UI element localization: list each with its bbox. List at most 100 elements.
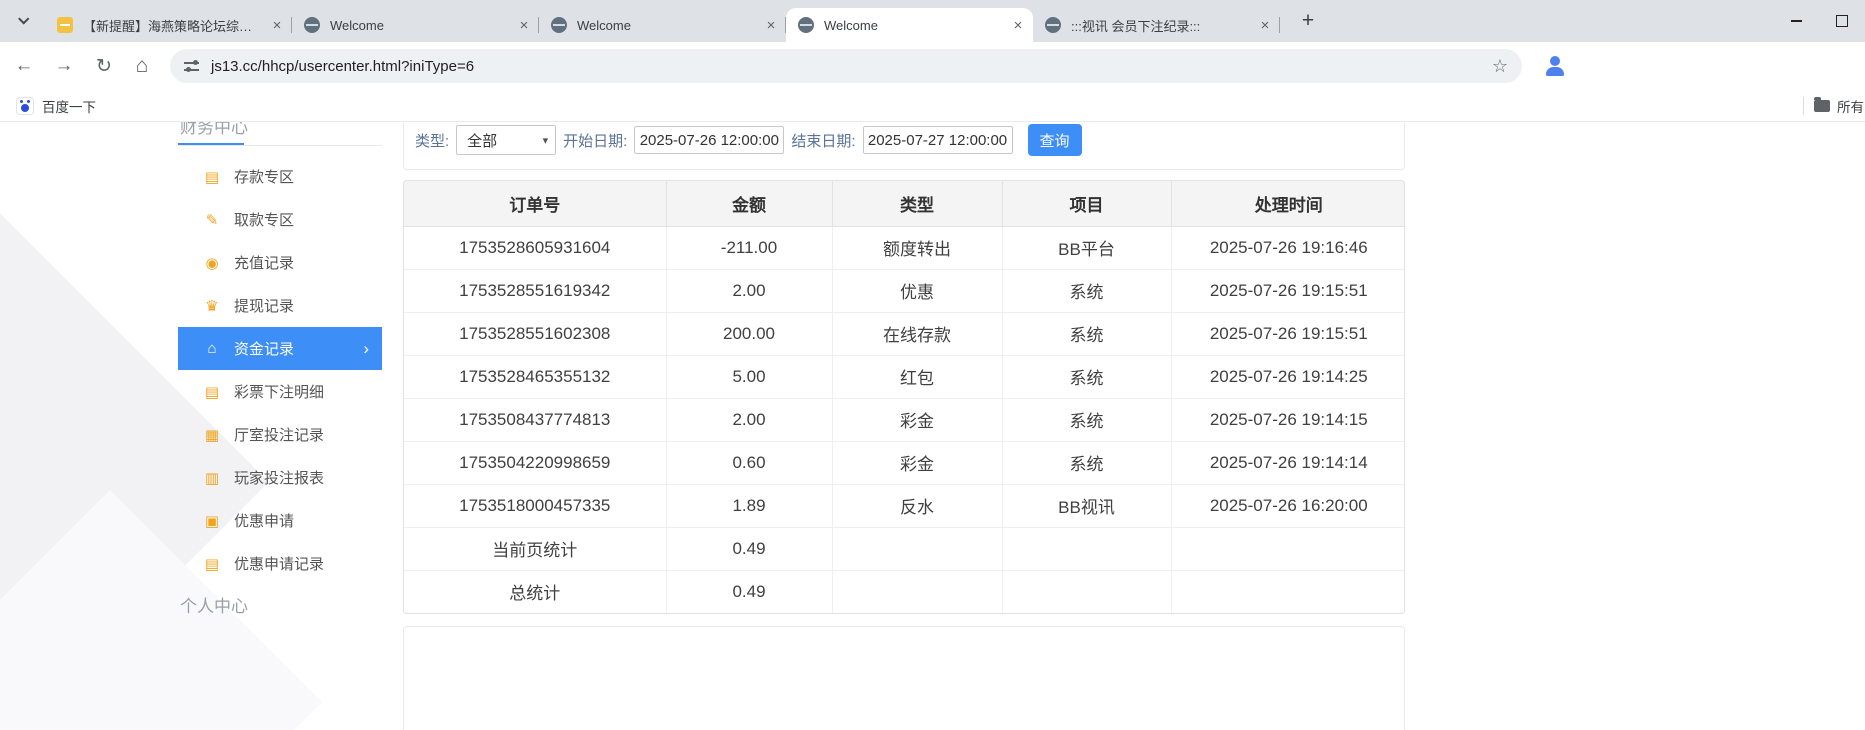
- sidebar-item-label: 充值记录: [234, 252, 294, 273]
- maximize-button[interactable]: [1819, 0, 1865, 42]
- reload-button[interactable]: [90, 52, 118, 80]
- browser-tab[interactable]: Welcome: [539, 8, 786, 42]
- bookmark-label: 百度一下: [42, 96, 96, 116]
- filter-row: 类型: 全部 开始日期: 结束日期: 查询: [415, 124, 1082, 156]
- bookmarks-divider: [1803, 97, 1804, 115]
- sidebar-item[interactable]: ▤ 优惠申请记录: [178, 542, 382, 585]
- table-cell: 在线存款: [832, 312, 1002, 355]
- sidebar-item[interactable]: ⌂ 资金记录: [178, 327, 382, 370]
- url-text[interactable]: js13.cc/hhcp/usercenter.html?iniType=6: [211, 58, 474, 75]
- table-row: 17535284653551325.00红包系统2025-07-26 19:14…: [404, 355, 1405, 398]
- table-cell: 5.00: [666, 355, 832, 398]
- type-label: 类型:: [415, 130, 449, 151]
- forum-icon: [57, 17, 73, 33]
- home-icon: ⌂: [203, 340, 221, 357]
- sidebar-item[interactable]: ▥ 玩家投注报表: [178, 456, 382, 499]
- back-button[interactable]: [10, 52, 38, 80]
- window-controls: [1773, 0, 1865, 42]
- tab-close-icon[interactable]: [1256, 16, 1274, 34]
- table-cell: 1753508437774813: [404, 398, 666, 441]
- orders-table: 订单号金额类型项目处理时间 1753528605931604-211.00额度转…: [404, 181, 1405, 613]
- browser-tab[interactable]: Welcome: [292, 8, 539, 42]
- table-cell: 2025-07-26 19:15:51: [1171, 269, 1405, 312]
- type-select[interactable]: 全部: [456, 125, 556, 155]
- table-cell: 额度转出: [832, 226, 1002, 269]
- table-cell: 总统计: [404, 570, 666, 613]
- table-cell: 系统: [1002, 355, 1171, 398]
- browser-tab[interactable]: :::视讯 会员下注纪录:::: [1033, 8, 1280, 42]
- table-row: 1753528551602308200.00在线存款系统2025-07-26 1…: [404, 312, 1405, 355]
- sidebar-section-personal[interactable]: 个人中心: [180, 592, 248, 617]
- table-row: 总统计0.49: [404, 570, 1405, 613]
- table-cell: 2025-07-26 16:20:00: [1171, 484, 1405, 527]
- table-cell: 1753504220998659: [404, 441, 666, 484]
- table-cell: 优惠: [832, 269, 1002, 312]
- browser-tab[interactable]: Welcome: [786, 8, 1033, 42]
- all-bookmarks-label[interactable]: 所有: [1837, 96, 1865, 116]
- tab-close-icon[interactable]: [515, 16, 533, 34]
- table-cell: 2025-07-26 19:14:14: [1171, 441, 1405, 484]
- address-bar[interactable]: js13.cc/hhcp/usercenter.html?iniType=6: [170, 49, 1522, 83]
- table-cell: [1002, 570, 1171, 613]
- table-cell: 200.00: [666, 312, 832, 355]
- minimize-button[interactable]: [1773, 0, 1819, 42]
- bookmark-star-icon[interactable]: [1486, 52, 1514, 80]
- table-header-cell: 处理时间: [1171, 181, 1405, 226]
- start-date-label: 开始日期:: [563, 130, 627, 151]
- sidebar-item[interactable]: ▦ 厅室投注记录: [178, 413, 382, 456]
- table-cell: 2025-07-26 19:15:51: [1171, 312, 1405, 355]
- caret-down-icon: [543, 134, 549, 147]
- table-cell: 2025-07-26 19:14:25: [1171, 355, 1405, 398]
- table-cell: -211.00: [666, 226, 832, 269]
- list-icon: ▤: [203, 383, 221, 401]
- tab-close-icon[interactable]: [762, 16, 780, 34]
- table-cell: 系统: [1002, 398, 1171, 441]
- home-button[interactable]: [128, 52, 156, 80]
- sidebar-item[interactable]: ▤ 存款专区: [178, 155, 382, 198]
- tab-title: :::视讯 会员下注纪录:::: [1071, 16, 1250, 35]
- table-row: 17535285516193422.00优惠系统2025-07-26 19:15…: [404, 269, 1405, 312]
- tab-search-icon[interactable]: [10, 8, 36, 34]
- tab-strip: 【新提醒】海燕策略论坛综合交 Welcome Welcome Welcome :…: [45, 8, 1280, 42]
- new-tab-button[interactable]: [1294, 7, 1322, 35]
- chevron-right-icon: [363, 339, 369, 359]
- search-button[interactable]: 查询: [1028, 124, 1082, 156]
- table-header-cell: 金额: [666, 181, 832, 226]
- sidebar-item[interactable]: ♛ 提现记录: [178, 284, 382, 327]
- crown-icon: ♛: [203, 297, 221, 315]
- tab-close-icon[interactable]: [268, 16, 286, 34]
- sidebar-section-finance[interactable]: 财务中心: [180, 122, 248, 138]
- gift-icon: ▣: [203, 512, 221, 530]
- globe-icon: [1045, 17, 1061, 33]
- bookmarks-bar: 百度一下 所有: [0, 90, 1865, 122]
- start-date-input[interactable]: [634, 126, 784, 154]
- table-cell: 1753528551619342: [404, 269, 666, 312]
- sidebar-item[interactable]: ▣ 优惠申请: [178, 499, 382, 542]
- filter-panel: 类型: 全部 开始日期: 结束日期: 查询: [403, 122, 1405, 170]
- table-cell: 0.49: [666, 527, 832, 570]
- table-cell: [1171, 570, 1405, 613]
- type-select-value: 全部: [467, 130, 497, 151]
- table-cell: 当前页统计: [404, 527, 666, 570]
- all-bookmarks-folder-icon[interactable]: [1814, 100, 1830, 112]
- forward-button[interactable]: [50, 52, 78, 80]
- table-cell: 反水: [832, 484, 1002, 527]
- globe-icon: [798, 17, 814, 33]
- sidebar-item[interactable]: ▤ 彩票下注明细: [178, 370, 382, 413]
- table-cell: BB平台: [1002, 226, 1171, 269]
- sidebar-item[interactable]: ✎ 取款专区: [178, 198, 382, 241]
- tab-close-icon[interactable]: [1009, 16, 1027, 34]
- table-row: 17535084377748132.00彩金系统2025-07-26 19:14…: [404, 398, 1405, 441]
- sidebar-item-label: 彩票下注明细: [234, 381, 324, 402]
- browser-tab[interactable]: 【新提醒】海燕策略论坛综合交: [45, 8, 292, 42]
- baidu-favicon-icon: [16, 97, 34, 115]
- site-settings-icon[interactable]: [184, 60, 199, 73]
- tab-title: Welcome: [577, 18, 756, 33]
- sidebar-item-label: 厅室投注记录: [234, 424, 324, 445]
- profile-avatar-icon[interactable]: [1542, 53, 1568, 79]
- tab-bar: 【新提醒】海燕策略论坛综合交 Welcome Welcome Welcome :…: [0, 0, 1865, 42]
- table-cell: 2025-07-26 19:14:15: [1171, 398, 1405, 441]
- sidebar-item[interactable]: ◉ 充值记录: [178, 241, 382, 284]
- bookmark-item-baidu[interactable]: 百度一下: [10, 93, 102, 119]
- end-date-input[interactable]: [863, 126, 1013, 154]
